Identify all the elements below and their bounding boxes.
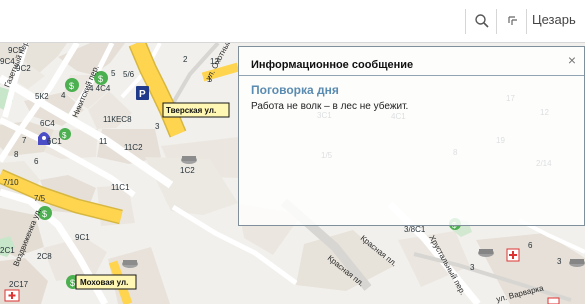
svg-text:$: $ xyxy=(69,81,74,91)
building-label: 3 xyxy=(557,257,562,266)
top-toolbar: Цезарь xyxy=(0,0,585,43)
building-label: 11С1 xyxy=(111,183,130,192)
building-label: 4 xyxy=(61,91,66,100)
building-label: 2С17 xyxy=(9,280,29,289)
user-label[interactable]: Цезарь xyxy=(532,12,576,27)
street-tag-mokhovaya: Моховая ул. xyxy=(80,278,128,287)
building-label: 5/6 xyxy=(123,70,135,79)
building-label: 5 xyxy=(111,69,116,78)
building-label: 5К2 xyxy=(35,92,49,101)
toolbar-separator-2 xyxy=(496,9,497,34)
popup-body: Работа не волк – в лес не убежит. xyxy=(251,101,409,112)
building-label: 1С2 xyxy=(180,166,195,175)
building-label: 7 xyxy=(22,136,27,145)
svg-text:$: $ xyxy=(62,131,67,140)
building-label: 9С1 xyxy=(75,233,90,242)
search-input[interactable] xyxy=(8,10,454,34)
search-icon xyxy=(475,14,489,28)
building-label: 11КЕС8 xyxy=(103,115,132,124)
svg-text:P: P xyxy=(139,89,146,100)
toolbar-separator-3 xyxy=(526,9,527,34)
building-label: 8 xyxy=(14,150,19,159)
building-label: 3/8С1 xyxy=(404,225,426,234)
search-button[interactable] xyxy=(472,10,492,32)
building-label: 6 xyxy=(528,241,533,250)
building-label: 3 xyxy=(155,122,160,131)
corner-expand-icon xyxy=(508,16,517,25)
popup-divider xyxy=(239,75,584,76)
building-label: 6С1 xyxy=(47,137,62,146)
building-label: 11С2 xyxy=(124,143,143,152)
street-tag-tverskaya: Тверская ул. xyxy=(166,106,216,115)
svg-text:$: $ xyxy=(70,278,75,288)
close-icon[interactable]: × xyxy=(565,53,579,67)
building-label: 7/5 xyxy=(34,194,46,203)
info-popup: Информационное сообщение × Поговорка дня… xyxy=(238,46,585,226)
building-label: 7/10 xyxy=(3,178,19,187)
building-label: 11 xyxy=(99,137,108,146)
popup-heading: Поговорка дня xyxy=(251,83,339,97)
building-label: 2 xyxy=(183,55,188,64)
expand-button[interactable] xyxy=(503,10,523,32)
toolbar-separator xyxy=(465,9,466,34)
building-label: 6С4 xyxy=(40,119,55,128)
building-label: 3 xyxy=(470,263,475,272)
app: Цезарь $ $ $ $ $ P 9С5 9С4 9С2 5 5/6 4 4… xyxy=(0,0,585,304)
building-label: 2С8 xyxy=(37,252,52,261)
svg-text:$: $ xyxy=(98,74,103,84)
building-label: 2С1 xyxy=(0,246,15,255)
building-label: 6 xyxy=(34,157,39,166)
popup-title: Информационное сообщение xyxy=(251,59,414,71)
